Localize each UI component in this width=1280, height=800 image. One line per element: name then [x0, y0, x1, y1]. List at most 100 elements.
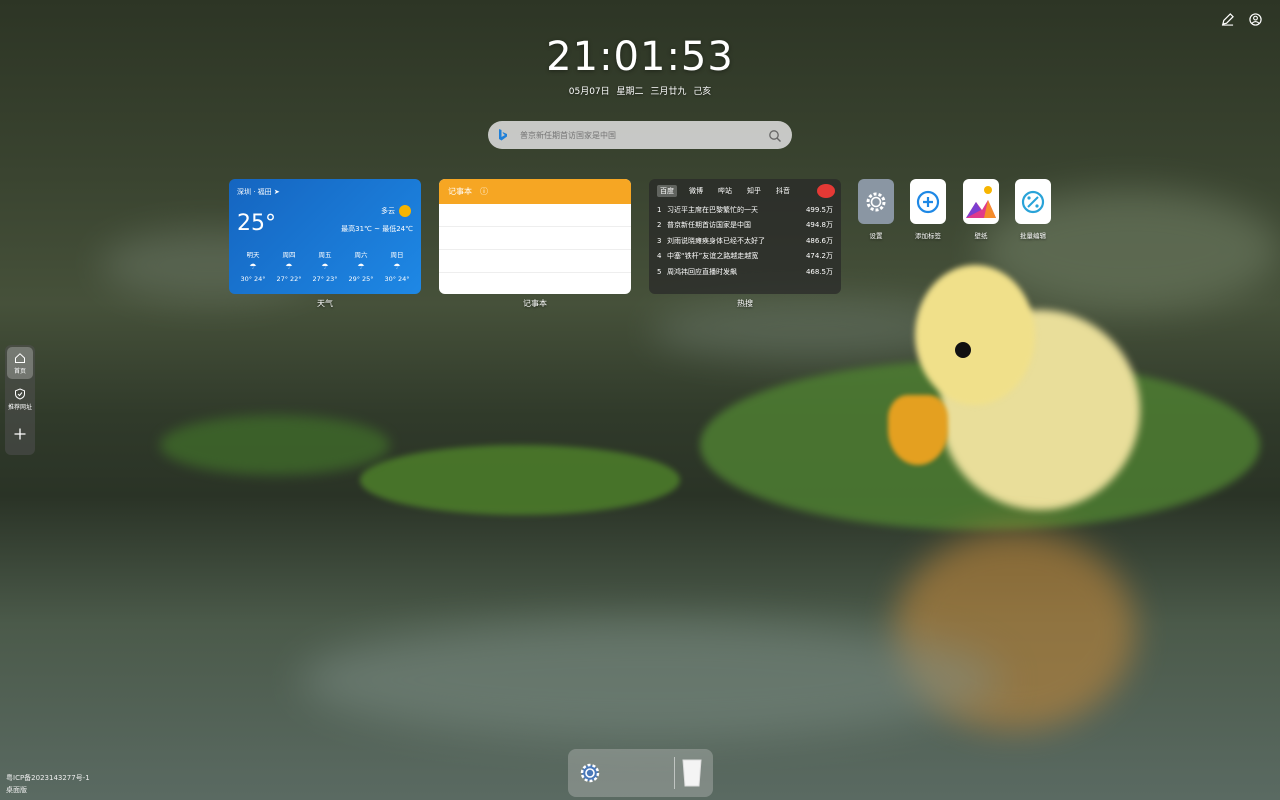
- rain-cloud-icon: ☂: [321, 262, 329, 271]
- hot-item-rank: 5: [657, 267, 662, 276]
- sidebar-item-label: 推荐网址: [7, 403, 32, 411]
- app-batch-edit[interactable]: 批量编辑: [1015, 179, 1051, 240]
- hot-item-value: 494.8万: [805, 221, 833, 230]
- info-icon[interactable]: ⓘ: [480, 186, 488, 197]
- hot-search-widget[interactable]: 百度 微博 哔站 知乎 抖音 1 习近平主席在巴黎繁忙的一天 499.5万 2 …: [649, 179, 841, 294]
- trash-icon[interactable]: [680, 758, 704, 788]
- tab-douyin[interactable]: 抖音: [773, 185, 793, 197]
- bing-icon[interactable]: [498, 129, 510, 141]
- hot-item[interactable]: 5 周鸿祎回应直播时发飙 468.5万: [657, 264, 833, 280]
- user-icon[interactable]: [1246, 10, 1264, 28]
- weather-range: 最高31℃ ~ 最低24℃: [341, 225, 413, 233]
- rain-cloud-icon: ☂: [357, 262, 365, 271]
- fire-icon: [817, 184, 835, 198]
- tab-baidu[interactable]: 百度: [657, 185, 677, 197]
- app-wallpaper[interactable]: 壁纸: [963, 179, 999, 240]
- weather-condition-row: 多云: [381, 205, 411, 217]
- notepad-widget[interactable]: 记事本 ⓘ: [439, 179, 631, 294]
- forecast-day-temps: 30° 24°: [384, 275, 410, 283]
- edit-icon[interactable]: [1218, 10, 1236, 28]
- rain-cloud-icon: ☂: [285, 262, 293, 271]
- wallpaper-background: [0, 0, 1280, 800]
- notepad-line[interactable]: [439, 204, 631, 227]
- forecast-day: 周五 ☂ 27° 23°: [307, 249, 343, 283]
- dock: [568, 749, 713, 797]
- tab-bilibili[interactable]: 哔站: [715, 185, 735, 197]
- notepad-line[interactable]: [439, 273, 631, 294]
- gear-icon: [858, 179, 894, 224]
- weather-temperature: 25°: [237, 211, 276, 236]
- forecast-day-temps: 29° 25°: [348, 275, 374, 283]
- hot-search-widget-label: 热搜: [737, 299, 753, 308]
- app-label: 批量编辑: [1020, 232, 1046, 240]
- search-icon[interactable]: [768, 128, 782, 142]
- forecast-day: 周四 ☂ 27° 22°: [271, 249, 307, 283]
- hot-item-title: 中塞“铁杆”友谊之路越走越宽: [667, 252, 759, 261]
- clock-date: 05月07日 星期二 三月廿九 己亥: [568, 87, 712, 97]
- hot-item-title: 习近平主席在巴黎繁忙的一天: [667, 205, 758, 214]
- weather-location-row: 深圳 · 福田 ➤: [237, 187, 413, 197]
- sidebar-item-label: 首页: [13, 367, 26, 375]
- hot-item[interactable]: 3 刘雨说晓瘫痪身体已经不太好了 486.6万: [657, 233, 833, 249]
- weather-location: 深圳 · 福田: [237, 188, 272, 196]
- app-settings[interactable]: 设置: [858, 179, 894, 240]
- location-arrow-icon: ➤: [273, 188, 280, 196]
- plus-icon: [13, 427, 27, 443]
- icp-link[interactable]: 粤ICP备2023143277号-1: [6, 772, 90, 784]
- desktop-version-link[interactable]: 桌面版: [6, 784, 90, 796]
- wallpaper-icon: [963, 179, 999, 224]
- home-icon: [14, 352, 26, 366]
- clock-time: 21:01:53: [546, 34, 734, 80]
- tab-zhihu[interactable]: 知乎: [744, 185, 764, 197]
- app-label: 设置: [869, 232, 883, 240]
- weather-widget[interactable]: 深圳 · 福田 ➤ 25° 多云 最高31℃ ~ 最低24℃ 明天 ☂ 30° …: [229, 179, 421, 294]
- hot-item-value: 474.2万: [805, 252, 833, 261]
- hot-item-rank: 3: [657, 236, 662, 245]
- app-label: 添加标签: [915, 232, 941, 240]
- dock-settings-gear-icon[interactable]: [578, 761, 602, 785]
- footer: 粤ICP备2023143277号-1 桌面版: [6, 772, 90, 796]
- hot-tabs: 百度 微博 哔站 知乎 抖音: [657, 184, 835, 198]
- hot-item-value: 499.5万: [805, 205, 833, 214]
- sidebar-item-recommended[interactable]: 推荐网址: [5, 381, 35, 417]
- forecast-day-temps: 27° 23°: [312, 275, 338, 283]
- tab-weibo[interactable]: 微博: [686, 185, 706, 197]
- clock: 21:01:53 05月07日 星期二 三月廿九 己亥: [0, 34, 1280, 97]
- top-toolbar: [1218, 10, 1264, 28]
- forecast-day: 周六 ☂ 29° 25°: [343, 249, 379, 283]
- forecast-day-label: 周日: [390, 251, 404, 259]
- notepad-title: 记事本: [448, 187, 472, 196]
- forecast-day: 明天 ☂ 30° 24°: [235, 249, 271, 283]
- side-nav: 首页 推荐网址: [5, 345, 35, 455]
- rain-cloud-icon: ☂: [249, 262, 257, 271]
- notepad-line[interactable]: [439, 250, 631, 273]
- hot-item[interactable]: 2 普京新任期首访国家是中国 494.8万: [657, 218, 833, 234]
- hot-item-title: 周鸿祎回应直播时发飙: [667, 267, 737, 276]
- hot-item-rank: 1: [657, 205, 662, 214]
- notepad-header: 记事本 ⓘ: [439, 179, 631, 204]
- search-bar: [488, 121, 792, 149]
- app-add-tag[interactable]: 添加标签: [910, 179, 946, 240]
- weather-condition: 多云: [381, 207, 395, 215]
- hot-item[interactable]: 4 中塞“铁杆”友谊之路越走越宽 474.2万: [657, 249, 833, 265]
- forecast-day-temps: 30° 24°: [240, 275, 266, 283]
- hot-item-title: 刘雨说晓瘫痪身体已经不太好了: [667, 236, 765, 245]
- forecast-day: 周日 ☂ 30° 24°: [379, 249, 415, 283]
- shield-icon: [14, 387, 26, 402]
- forecast-day-label: 周六: [354, 251, 368, 259]
- hot-item-rank: 4: [657, 252, 662, 261]
- hot-item[interactable]: 1 习近平主席在巴黎繁忙的一天 499.5万: [657, 202, 833, 218]
- sidebar-item-home[interactable]: 首页: [7, 347, 33, 379]
- forecast-day-temps: 27° 22°: [276, 275, 302, 283]
- forecast-day-label: 明天: [246, 251, 260, 259]
- batch-icon: [1015, 179, 1051, 224]
- notepad-line[interactable]: [439, 227, 631, 250]
- search-input[interactable]: [518, 129, 768, 141]
- app-label: 壁纸: [974, 232, 988, 240]
- sidebar-add-button[interactable]: [5, 417, 35, 453]
- hot-item-value: 486.6万: [805, 236, 833, 245]
- notepad-widget-label: 记事本: [523, 299, 547, 308]
- hot-item-rank: 2: [657, 221, 662, 230]
- plus-icon: [910, 179, 946, 224]
- hot-item-title: 普京新任期首访国家是中国: [667, 221, 751, 230]
